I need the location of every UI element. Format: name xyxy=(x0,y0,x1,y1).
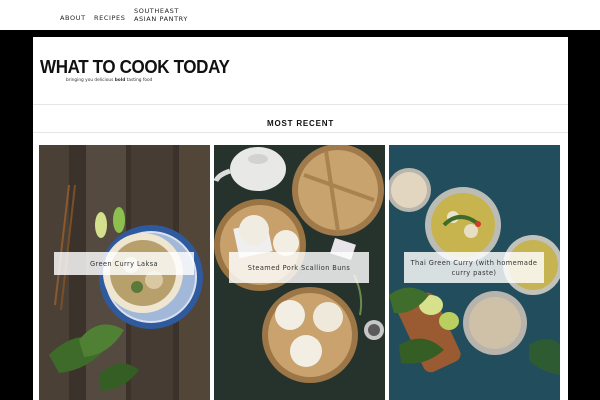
nav-item-southeast-asian-pantry[interactable]: SOUTHEAST ASIAN PANTRY xyxy=(134,7,204,23)
nav-item-recipes[interactable]: RECIPES xyxy=(94,14,125,22)
divider xyxy=(33,104,568,105)
divider xyxy=(33,132,568,133)
post-tile-steamed-pork-scallion-buns[interactable]: Steamed Pork Scallion Buns xyxy=(214,145,385,400)
section-title: MOST RECENT xyxy=(266,119,335,128)
post-tile-green-curry-laksa[interactable]: Green Curry Laksa xyxy=(39,145,210,400)
post-tile-thai-green-curry[interactable]: Thai Green Curry (with homemade curry pa… xyxy=(389,145,560,400)
tagline-text: bringing you delicious xyxy=(66,78,115,83)
site-logo[interactable]: WHAT TO COOK TODAY bringing you deliciou… xyxy=(40,56,230,83)
nav-item-about[interactable]: ABOUT xyxy=(60,14,86,22)
post-title-label: Green Curry Laksa xyxy=(54,252,194,275)
content-card: WHAT TO COOK TODAY bringing you deliciou… xyxy=(33,37,568,400)
recent-posts-grid: Green Curry Laksa Steamed Pork Scallion … xyxy=(39,145,561,400)
post-title-label: Thai Green Curry (with homemade curry pa… xyxy=(404,252,544,283)
logo-tagline: bringing you delicious bold tasting food xyxy=(66,78,180,83)
post-title-label: Steamed Pork Scallion Buns xyxy=(229,252,369,283)
logo-title: WHAT TO COOK TODAY xyxy=(40,56,230,77)
tagline-bold-text: bold xyxy=(114,78,126,83)
top-navigation-bar: ABOUT RECIPES SOUTHEAST ASIAN PANTRY xyxy=(0,0,600,30)
tagline-text-end: tasting food xyxy=(125,78,153,83)
